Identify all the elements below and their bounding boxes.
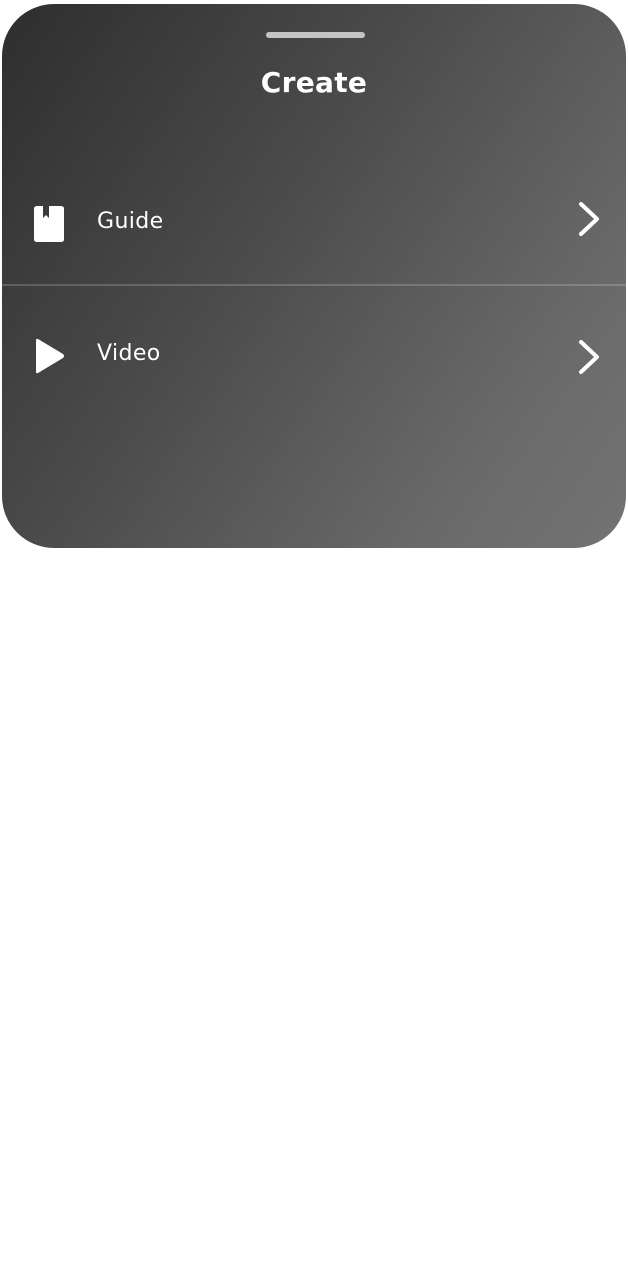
divider (2, 284, 626, 286)
chevron-right-icon (576, 339, 602, 375)
option-guide[interactable]: Guide (2, 154, 626, 284)
chevron-right-icon (576, 201, 602, 237)
drag-handle[interactable] (266, 32, 365, 38)
sheet-title: Create (260, 66, 368, 99)
create-bottom-sheet: Create Guide Video (2, 4, 626, 548)
option-video[interactable]: Video (2, 287, 626, 417)
guide-book-icon (32, 204, 66, 244)
option-video-label: Video (97, 341, 161, 366)
option-guide-label: Guide (97, 209, 164, 234)
play-icon (32, 336, 66, 376)
